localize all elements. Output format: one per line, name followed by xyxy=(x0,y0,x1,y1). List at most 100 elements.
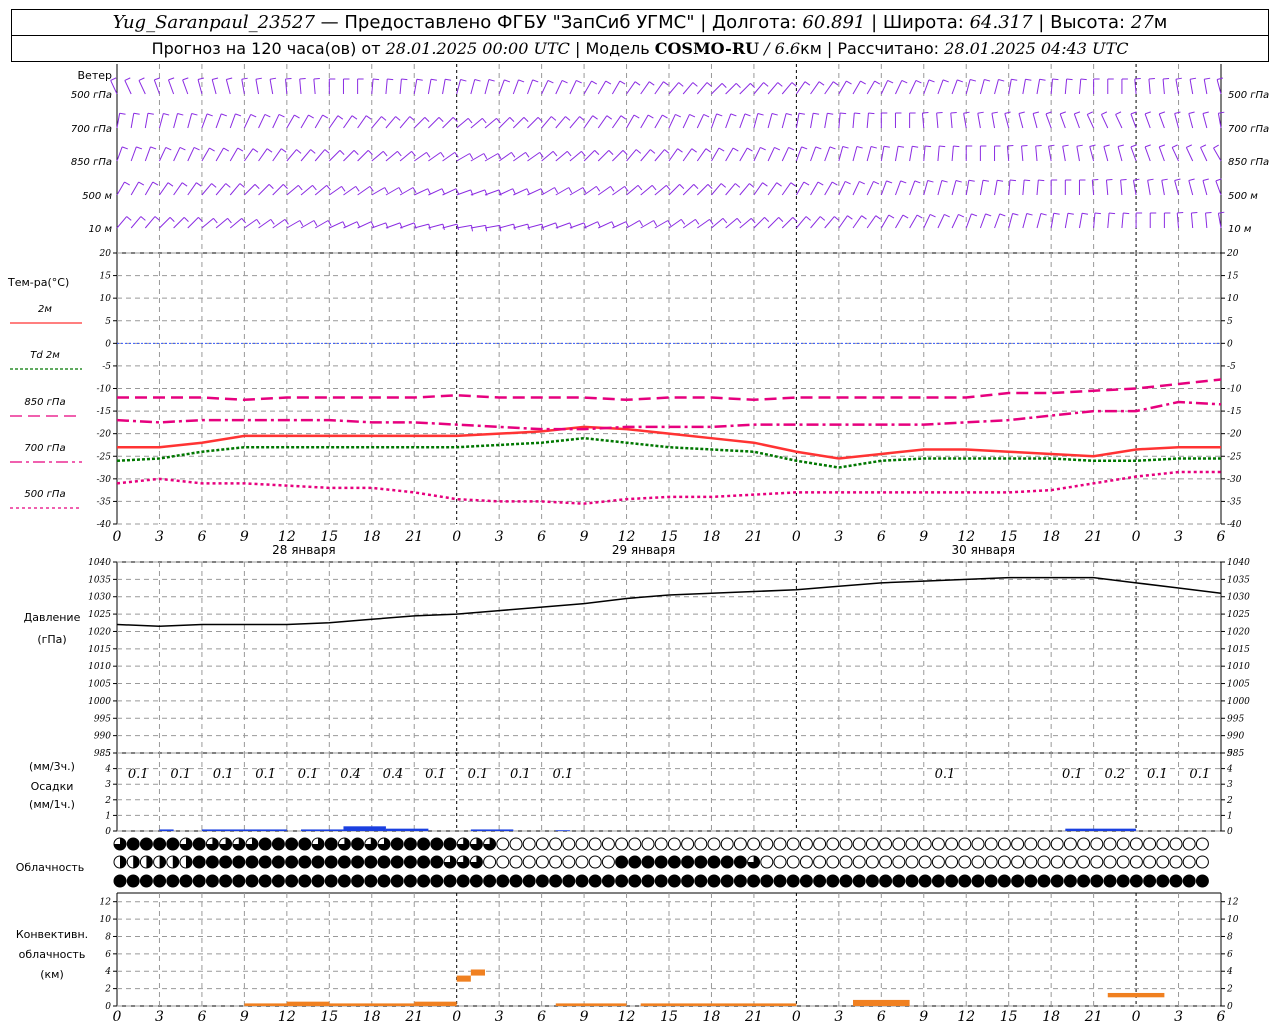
wind-barb-flag xyxy=(552,151,558,157)
y-tick-label-right: 12 xyxy=(1227,898,1239,908)
wind-barb xyxy=(725,147,734,162)
wind-barb xyxy=(668,114,676,129)
wind-barb xyxy=(569,80,577,95)
y-tick-label-right: 0 xyxy=(1227,1002,1233,1012)
wind-barb xyxy=(696,148,707,162)
cloud-symbol xyxy=(271,855,285,869)
y-tick-label-right: 995 xyxy=(1227,714,1244,724)
cloud-symbol-fill xyxy=(232,856,245,868)
wind-barb-flag xyxy=(285,78,292,80)
x-tick-label: 9 xyxy=(580,1009,589,1024)
cloud-symbol xyxy=(879,874,893,888)
wind-barb xyxy=(1200,147,1208,162)
wind-barb-flag xyxy=(1053,212,1060,215)
wind-barb-flag xyxy=(523,117,529,122)
wind-barb-flag xyxy=(1062,144,1069,147)
cloud-symbol-fill xyxy=(496,875,509,887)
cloud-symbol xyxy=(377,874,391,888)
wind-barb-flag xyxy=(381,116,387,121)
wind-barb-flag xyxy=(268,184,274,189)
cloud-symbol xyxy=(958,837,972,851)
x-tick-label: 18 xyxy=(363,1009,381,1024)
wind-barb-flag xyxy=(1074,111,1081,115)
wind-barb-flag xyxy=(1218,111,1225,114)
wind-barb xyxy=(810,181,819,196)
wind-level-label-left: 850 гПа xyxy=(71,157,112,168)
wind-barb xyxy=(682,114,690,129)
wind-barb xyxy=(739,83,751,95)
cloud-symbol-fill xyxy=(312,856,324,868)
wind-barb-flag xyxy=(785,113,793,116)
cloud-symbol xyxy=(1050,837,1064,851)
wind-barb xyxy=(710,113,718,129)
wind-barb xyxy=(413,117,426,129)
cloud-symbol xyxy=(1037,874,1051,888)
wind-barb-flag xyxy=(762,182,768,187)
cloud-symbol xyxy=(615,874,629,888)
cloud-symbol xyxy=(773,855,787,869)
precip-3h-value: 0.1 xyxy=(298,767,319,782)
wind-barb xyxy=(1130,113,1137,129)
wind-barb xyxy=(1036,79,1041,95)
wind-barb-flag xyxy=(665,185,671,191)
wind-barb xyxy=(442,188,457,196)
y-tick-label-left: 3 xyxy=(105,780,111,790)
wind-barb-flag xyxy=(622,150,628,155)
cloud-symbol-fill xyxy=(655,856,668,868)
wind-barb xyxy=(555,80,563,95)
cloud-symbol-fill xyxy=(120,856,126,868)
wind-barb xyxy=(1117,146,1123,162)
wind-barb-flag xyxy=(351,115,358,120)
cloud-symbol xyxy=(747,855,761,869)
wind-barb xyxy=(357,185,371,196)
wind-barb-flag xyxy=(255,77,262,80)
wind-barb xyxy=(583,185,597,196)
cloud-symbol-outline xyxy=(1195,837,1209,851)
cloud-symbol xyxy=(232,874,246,888)
precip-bar xyxy=(301,829,344,831)
cloud-symbol-fill xyxy=(114,875,126,887)
wind-barb xyxy=(414,223,429,229)
wind-barb xyxy=(173,147,181,162)
wind-barb xyxy=(979,79,985,95)
wind-barb-flag xyxy=(221,113,228,117)
y-tick-label-right: 1020 xyxy=(1227,627,1250,637)
y-tick-label-left: 6 xyxy=(105,950,111,960)
cloud-symbol-fill xyxy=(615,875,628,887)
wind-barb xyxy=(197,79,203,95)
cloud-symbol-outline xyxy=(931,855,945,869)
y-tick-label-right: 8 xyxy=(1227,932,1233,942)
y-tick-label-right: 2 xyxy=(1226,796,1233,806)
wind-barb xyxy=(399,116,411,129)
convective-bar xyxy=(414,1001,457,1006)
cloud-symbol xyxy=(153,837,167,851)
wind-barb xyxy=(979,180,984,196)
wind-barb-flag xyxy=(1177,212,1184,214)
y-tick-label-right: 3 xyxy=(1227,780,1233,790)
wind-barb-flag xyxy=(677,148,683,153)
cloud-symbol xyxy=(496,874,510,888)
cloud-symbol xyxy=(139,855,153,869)
cloud-symbol-outline xyxy=(522,837,536,851)
wind-barb xyxy=(866,80,876,95)
wind-level-label-right: 700 гПа xyxy=(1228,124,1269,135)
cloud-symbol xyxy=(311,874,325,888)
cloud-symbol xyxy=(390,855,404,869)
cloud-symbol-fill xyxy=(721,875,734,887)
cloud-symbol xyxy=(1195,855,1209,869)
wind-barb xyxy=(229,147,239,162)
cloud-symbol-outline xyxy=(786,837,800,851)
cloud-symbol xyxy=(879,837,893,851)
cloud-symbol xyxy=(984,874,998,888)
wind-barb xyxy=(838,215,848,229)
wind-barb-flag xyxy=(140,216,146,221)
wind-barb xyxy=(555,187,570,196)
x-tick-label: 21 xyxy=(744,1009,763,1024)
cloud-symbol-outline xyxy=(575,837,589,851)
cloud-symbol xyxy=(601,837,615,851)
cloud-symbol-outline xyxy=(1050,837,1064,851)
wind-barb-flag xyxy=(1089,144,1096,147)
wind-barb-flag xyxy=(1205,212,1212,214)
cloud-symbol xyxy=(945,855,959,869)
wind-barb xyxy=(243,114,252,129)
